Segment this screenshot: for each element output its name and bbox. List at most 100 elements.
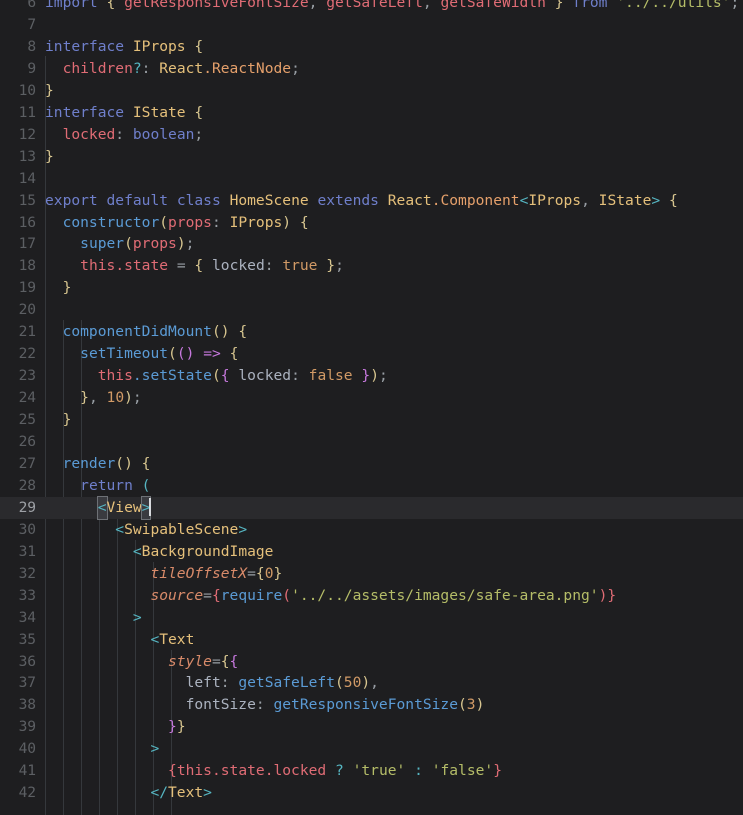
line-content: {this.state.locked ? 'true' : 'false'} — [168, 762, 503, 780]
code-line[interactable]: 23 this.setState({ locked: false }); — [0, 365, 743, 387]
line-content: constructor(props: IProps) { — [62, 213, 309, 231]
line-number: 15 — [18, 191, 36, 209]
line-content: return ( — [80, 476, 151, 494]
line-number: 34 — [18, 608, 36, 626]
code-line[interactable]: 8 interface IProps { — [0, 36, 743, 58]
code-line[interactable]: 11 interface IState { — [0, 102, 743, 124]
line-content: style={{ — [168, 652, 239, 670]
line-content: this.state = { locked: true }; — [80, 257, 344, 275]
line-content: this.setState({ locked: false }); — [97, 367, 388, 385]
line-number: 9 — [27, 59, 36, 77]
code-line[interactable]: 21 componentDidMount() { — [0, 321, 743, 343]
code-line[interactable]: 34 > — [0, 607, 743, 629]
code-line[interactable]: 24 }, 10); — [0, 387, 743, 409]
line-number: 37 — [18, 674, 36, 692]
code-line[interactable]: 30 <SwipableScene> — [0, 519, 743, 541]
line-number: 12 — [18, 125, 36, 143]
line-content: <BackgroundImage — [132, 542, 274, 560]
line-content: } — [62, 279, 72, 297]
line-number: 29 — [18, 498, 36, 516]
line-content: import { getResponsiveFontSize, getSafeL… — [45, 0, 740, 11]
line-number: 18 — [18, 257, 36, 275]
line-content: interface IState { — [45, 103, 204, 121]
code-line[interactable]: 36 style={{ — [0, 651, 743, 673]
line-content: render() { — [62, 454, 151, 472]
line-number: 21 — [18, 323, 36, 341]
code-line[interactable]: 42 </Text> — [0, 782, 743, 804]
code-line[interactable]: 20 — [0, 299, 743, 321]
code-line[interactable]: 10 } — [0, 80, 743, 102]
code-line[interactable]: 40 > — [0, 738, 743, 760]
code-line[interactable]: 17 super(props); — [0, 233, 743, 255]
code-line[interactable]: 41 {this.state.locked ? 'true' : 'false'… — [0, 760, 743, 782]
code-line[interactable]: 28 return ( — [0, 475, 743, 497]
line-content: > — [150, 740, 160, 758]
line-number: 33 — [18, 586, 36, 604]
code-line[interactable]: 31 <BackgroundImage — [0, 541, 743, 563]
line-content: } — [62, 411, 72, 429]
code-line[interactable]: 9 children?: React.ReactNode; — [0, 58, 743, 80]
line-content: setTimeout(() => { — [80, 345, 239, 363]
code-line[interactable]: 16 constructor(props: IProps) { — [0, 212, 743, 234]
line-number: 41 — [18, 762, 36, 780]
line-content: </Text> — [150, 784, 212, 802]
code-line[interactable]: 18 this.state = { locked: true }; — [0, 255, 743, 277]
line-content: > — [132, 608, 142, 626]
code-line[interactable]: 6 import { getResponsiveFontSize, getSaf… — [0, 0, 743, 14]
line-number: 30 — [18, 520, 36, 538]
code-line[interactable]: 22 setTimeout(() => { — [0, 343, 743, 365]
line-content: children?: React.ReactNode; — [62, 59, 300, 77]
line-number: 38 — [18, 696, 36, 714]
line-content: <Text — [150, 630, 195, 648]
code-line[interactable]: 14 — [0, 168, 743, 190]
code-line[interactable]: 15 export default class HomeScene extend… — [0, 190, 743, 212]
line-content: tileOffsetX={0} — [150, 564, 283, 582]
code-line[interactable]: 26 — [0, 431, 743, 453]
line-content: source={require('../../assets/images/saf… — [150, 586, 617, 604]
line-number: 25 — [18, 411, 36, 429]
line-content: } — [45, 81, 54, 99]
code-line[interactable]: 32 tileOffsetX={0} — [0, 563, 743, 585]
code-line[interactable]: 39 }} — [0, 716, 743, 738]
line-content: export default class HomeScene extends R… — [45, 191, 678, 209]
line-number: 39 — [18, 718, 36, 736]
line-number: 7 — [27, 15, 36, 33]
code-line[interactable]: 37 left: getSafeLeft(50), — [0, 672, 743, 694]
code-line[interactable]: 12 locked: boolean; — [0, 124, 743, 146]
code-line[interactable]: 7 — [0, 14, 743, 36]
line-content: <SwipableScene> — [115, 520, 248, 538]
code-line-active[interactable]: 29 <View> — [0, 495, 743, 520]
line-number: 40 — [18, 740, 36, 758]
code-line[interactable]: 27 render() { — [0, 453, 743, 475]
line-number: 42 — [18, 784, 36, 802]
line-content: }, 10); — [80, 389, 142, 407]
line-content: <View> — [45, 495, 152, 520]
line-number: 26 — [18, 433, 36, 450]
line-number: 27 — [18, 454, 36, 472]
code-line[interactable]: 19 } — [0, 277, 743, 299]
code-line[interactable]: 33 source={require('../../assets/images/… — [0, 585, 743, 607]
line-number: 22 — [18, 345, 36, 363]
line-content: fontSize: getResponsiveFontSize(3) — [185, 696, 485, 714]
line-number: 10 — [18, 81, 36, 99]
code-line[interactable]: 25 } — [0, 409, 743, 431]
code-editor[interactable]: 6 import { getResponsiveFontSize, getSaf… — [0, 0, 743, 815]
line-content: }} — [168, 718, 186, 736]
code-line[interactable]: 38 fontSize: getResponsiveFontSize(3) — [0, 694, 743, 716]
line-number: 16 — [18, 213, 36, 231]
line-number: 17 — [18, 235, 36, 253]
line-content: locked: boolean; — [62, 125, 204, 143]
line-content: interface IProps { — [45, 37, 204, 55]
line-number: 8 — [27, 37, 36, 55]
code-line[interactable]: 35 <Text — [0, 629, 743, 651]
line-number: 36 — [18, 652, 36, 670]
text-cursor — [149, 497, 152, 516]
line-number: 23 — [18, 367, 36, 385]
code-line[interactable]: 13 } — [0, 146, 743, 168]
line-content: componentDidMount() { — [62, 323, 248, 341]
line-number: 19 — [18, 279, 36, 297]
line-number: 14 — [18, 169, 36, 187]
line-number: 11 — [18, 103, 36, 121]
line-number: 6 — [27, 0, 36, 11]
line-content: left: getSafeLeft(50), — [185, 674, 379, 692]
